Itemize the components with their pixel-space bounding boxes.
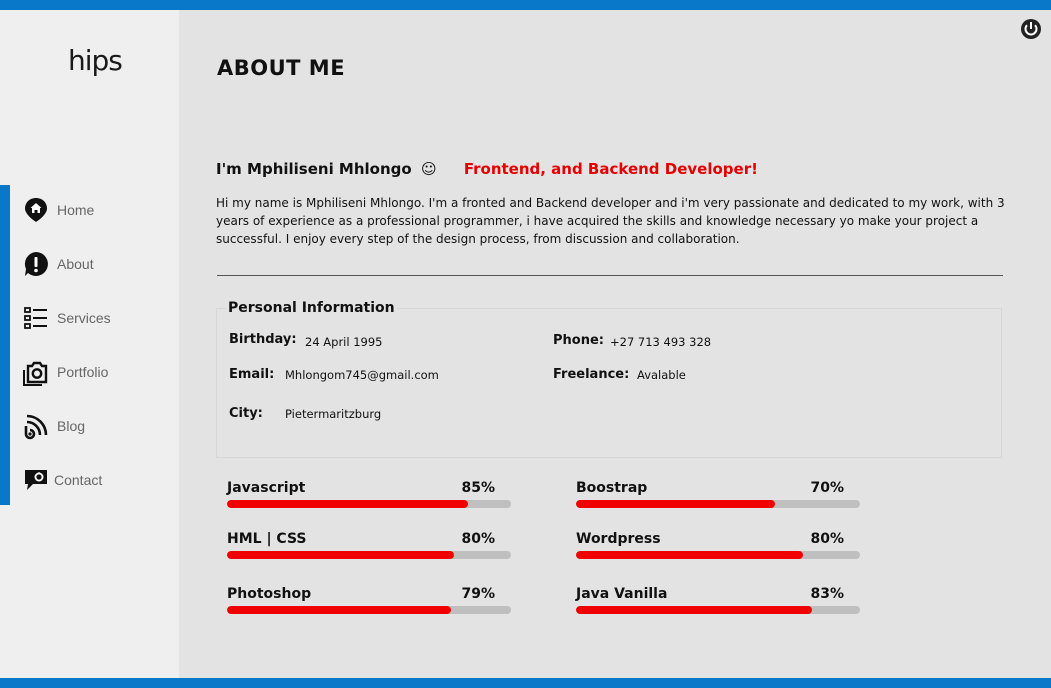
sidebar-item-label: Home	[57, 202, 95, 218]
phone-label: Phone:	[553, 333, 604, 348]
personal-info-box	[216, 308, 1002, 458]
bio-text: Hi my name is Mphiliseni Mhlongo. I'm a …	[216, 196, 1005, 246]
sidebar-item-blog[interactable]: Blog	[22, 406, 172, 446]
nav-accent-bar	[0, 185, 10, 505]
skill-bootstrap: Boostrap 70%	[576, 480, 860, 520]
list-icon	[24, 307, 47, 329]
email-value[interactable]: Mhlongom745@gmail.com	[285, 368, 439, 382]
logo[interactable]: hips	[68, 44, 123, 77]
sidebar-item-label: Portfolio	[57, 364, 109, 380]
skill-html-css: HML | CSS 80%	[227, 531, 511, 571]
sidebar-item-contact[interactable]: Contact	[22, 460, 172, 500]
skill-name: Boostrap	[576, 480, 648, 496]
sidebar-item-label: About	[57, 256, 94, 272]
city-label: City:	[229, 406, 263, 421]
skill-progress-track	[227, 500, 511, 508]
skill-percent: 85%	[461, 480, 495, 496]
info-exclamation-icon	[24, 252, 48, 276]
skill-percent: 79%	[461, 586, 495, 602]
city-value: Pietermaritzburg	[285, 407, 382, 421]
sidebar-item-label: Blog	[57, 418, 86, 434]
birthday-value: 24 April 1995	[305, 335, 383, 349]
skill-progress-track	[227, 606, 511, 614]
skill-progress-track	[576, 606, 860, 614]
skill-name: Photoshop	[227, 586, 312, 602]
camera-icon	[23, 361, 48, 386]
blog-feed-icon	[24, 414, 48, 440]
skill-progress-fill	[227, 551, 455, 559]
skill-progress-track	[576, 551, 860, 559]
smile-icon: ☺	[420, 160, 437, 178]
sidebar-item-about[interactable]: About	[22, 244, 172, 284]
sidebar-item-home[interactable]: Home	[22, 190, 172, 230]
intro-heading: I'm Mphiliseni Mhlongo ☺ Frontend, and B…	[216, 160, 758, 178]
page-title: ABOUT ME	[217, 56, 346, 80]
personal-info-title: Personal Information	[226, 300, 397, 316]
home-pin-icon	[25, 198, 47, 222]
skill-percent: 80%	[810, 531, 844, 547]
email-label: Email:	[229, 367, 275, 382]
skill-progress-track	[576, 500, 860, 508]
skill-wordpress: Wordpress 80%	[576, 531, 860, 571]
skill-name: Java Vanilla	[576, 586, 668, 602]
bottom-accent-bar	[0, 678, 1051, 688]
top-accent-bar	[0, 0, 1051, 10]
skill-percent: 80%	[461, 531, 495, 547]
skill-name: Javascript	[227, 480, 306, 496]
skill-progress-fill	[227, 500, 469, 508]
divider	[217, 275, 1003, 276]
skill-javascript: Javascript 85%	[227, 480, 511, 520]
sidebar-item-label: Services	[57, 310, 111, 326]
intro-name: I'm Mphiliseni Mhlongo	[216, 160, 412, 178]
sidebar: hips Home About Services Portfolio Blog …	[0, 10, 179, 678]
skill-percent: 70%	[810, 480, 844, 496]
freelance-label: Freelance:	[553, 367, 630, 382]
skill-name: Wordpress	[576, 531, 661, 547]
skill-progress-track	[227, 551, 511, 559]
freelance-value: Avalable	[637, 368, 686, 382]
birthday-label: Birthday:	[229, 332, 297, 347]
sidebar-item-label: Contact	[54, 472, 103, 488]
power-icon[interactable]	[1020, 18, 1042, 40]
phone-value: +27 713 493 328	[610, 335, 712, 349]
sidebar-item-services[interactable]: Services	[22, 298, 172, 338]
sidebar-item-portfolio[interactable]: Portfolio	[22, 352, 172, 392]
skill-java-vanilla: Java Vanilla 83%	[576, 586, 860, 626]
skill-name: HML | CSS	[227, 531, 307, 547]
chat-bubble-icon	[25, 470, 47, 490]
skill-progress-fill	[576, 500, 775, 508]
skill-progress-fill	[227, 606, 452, 614]
skill-progress-fill	[576, 551, 804, 559]
skill-progress-fill	[576, 606, 812, 614]
intro-role: Frontend, and Backend Developer!	[463, 160, 758, 178]
skill-photoshop: Photoshop 79%	[227, 586, 511, 626]
skill-percent: 83%	[810, 586, 844, 602]
